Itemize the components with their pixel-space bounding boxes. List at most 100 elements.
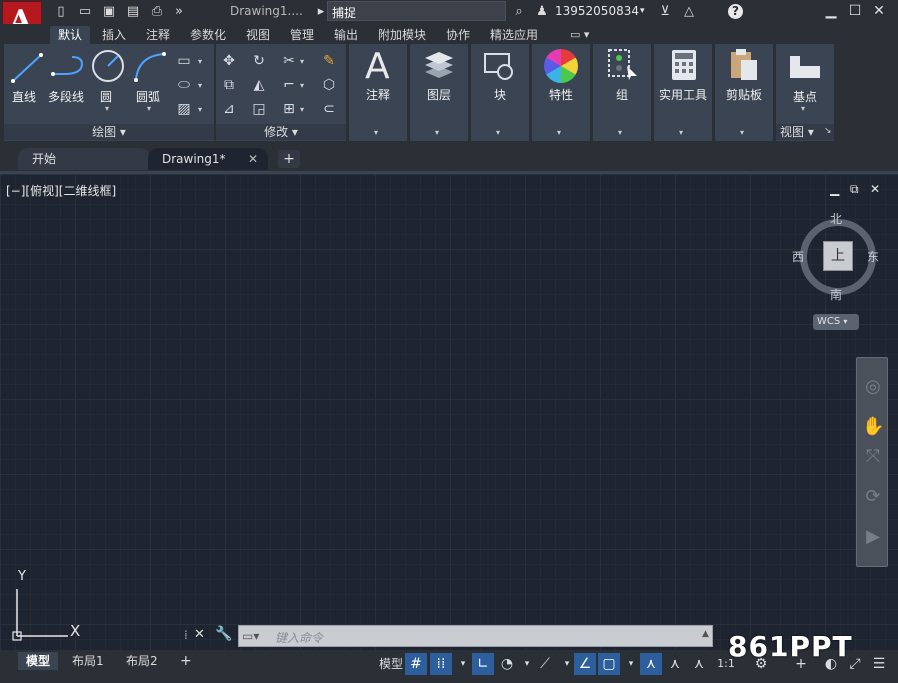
- line-tool-label[interactable]: 直线: [12, 88, 36, 105]
- ribbon-display-toggle-icon[interactable]: ▭ ▾: [562, 26, 597, 44]
- command-prompt-icon[interactable]: ▭▾: [242, 629, 259, 643]
- model-space-button[interactable]: 模型: [376, 653, 406, 675]
- more-tools-icon[interactable]: »: [170, 3, 188, 20]
- tab-annotate[interactable]: 注释: [138, 26, 178, 44]
- base-dropdown-icon[interactable]: ▾: [801, 104, 805, 113]
- clipboard-panel[interactable]: 剪贴板 ▾: [715, 44, 773, 141]
- new-file-icon[interactable]: ▯: [52, 3, 70, 20]
- help-icon[interactable]: ?: [728, 4, 743, 19]
- circle-tool-label[interactable]: 圆: [100, 88, 112, 105]
- command-settings-wrench-icon[interactable]: 🔧: [215, 626, 232, 642]
- rotate-icon[interactable]: ↻: [249, 52, 269, 70]
- modify-panel-title[interactable]: 修改 ▾: [216, 124, 346, 140]
- tab-view[interactable]: 视图: [238, 26, 278, 44]
- explode-icon[interactable]: ⬡: [319, 76, 339, 94]
- ortho-icon[interactable]: ∟: [472, 653, 494, 675]
- mirror-icon[interactable]: ◭: [249, 76, 269, 94]
- group-dropdown-icon[interactable]: ▾: [618, 128, 622, 137]
- arc-dropdown-icon[interactable]: ▾: [147, 104, 151, 113]
- layers-dropdown-icon[interactable]: ▾: [435, 128, 439, 137]
- annotation-scale-icon[interactable]: ⋏: [688, 653, 710, 675]
- scale-icon[interactable]: ◲: [249, 100, 269, 118]
- layers-panel[interactable]: 图层 ▾: [410, 44, 468, 141]
- move-icon[interactable]: ✥: [219, 52, 239, 70]
- command-grip-icon[interactable]: ⁞: [184, 628, 188, 642]
- block-dropdown-icon[interactable]: ▾: [496, 128, 500, 137]
- save-as-icon[interactable]: ▤: [124, 3, 142, 20]
- cart-icon[interactable]: ⊻: [656, 3, 674, 20]
- snap-mode-icon[interactable]: ⁞⁞: [430, 653, 452, 675]
- fillet-dropdown-icon[interactable]: ▾: [300, 81, 304, 90]
- search-input[interactable]: 捕捉: [327, 1, 506, 21]
- close-tab-icon[interactable]: ✕: [248, 148, 258, 170]
- line-icon[interactable]: [10, 52, 44, 84]
- polyline-tool-label[interactable]: 多段线: [48, 88, 84, 105]
- zoom-extents-icon[interactable]: ⤧: [862, 446, 884, 468]
- rectangle-icon[interactable]: ▭: [174, 52, 194, 70]
- viewport-close-icon[interactable]: ✕: [870, 182, 880, 196]
- utilities-panel[interactable]: 实用工具 ▾: [654, 44, 712, 141]
- tab-home[interactable]: 默认: [50, 26, 91, 44]
- save-icon[interactable]: ▣: [100, 3, 118, 20]
- polyline-icon[interactable]: [50, 52, 88, 84]
- compass-east[interactable]: 东: [867, 248, 879, 265]
- tab-collaborate[interactable]: 协作: [438, 26, 478, 44]
- osnap-dropdown-icon[interactable]: ▾: [620, 653, 642, 675]
- orbit-icon[interactable]: ⟳: [862, 486, 884, 508]
- tab-output[interactable]: 输出: [326, 26, 366, 44]
- viewport-restore-icon[interactable]: ⧉: [850, 182, 859, 197]
- clipboard-dropdown-icon[interactable]: ▾: [740, 128, 744, 137]
- tab-featured-apps[interactable]: 精选应用: [482, 26, 546, 44]
- properties-panel[interactable]: 特性 ▾: [532, 44, 590, 141]
- command-input[interactable]: 键入命令: [238, 625, 713, 647]
- view-panel[interactable]: 基点 ▾ 视图 ▾ ↘: [776, 44, 834, 141]
- wcs-menu[interactable]: WCS ▾: [813, 314, 859, 330]
- annotation-visibility-icon[interactable]: ⋏: [640, 653, 662, 675]
- ellipse-icon[interactable]: ⬭: [174, 76, 194, 94]
- array-dropdown-icon[interactable]: ▾: [300, 105, 304, 114]
- arc-icon[interactable]: [132, 50, 168, 84]
- command-close-icon[interactable]: ✕: [194, 627, 205, 642]
- compass-north[interactable]: 北: [830, 210, 842, 227]
- offset-icon[interactable]: ⊂: [319, 100, 339, 118]
- user-dropdown-icon[interactable]: ▾: [640, 6, 645, 16]
- trim-icon[interactable]: ✂: [279, 52, 299, 70]
- compass-south[interactable]: 南: [830, 286, 842, 303]
- binoculars-icon[interactable]: ⌕: [510, 3, 528, 20]
- panel-launcher-icon[interactable]: ↘: [824, 126, 832, 136]
- auto-scale-icon[interactable]: ⋏: [664, 653, 686, 675]
- compass-west[interactable]: 西: [792, 248, 804, 265]
- erase-icon[interactable]: ✎: [319, 52, 339, 70]
- pan-hand-icon[interactable]: ✋: [862, 416, 884, 438]
- ellipse-dropdown-icon[interactable]: ▾: [198, 81, 202, 90]
- layout-tab-model[interactable]: 模型: [18, 652, 59, 670]
- drawing-canvas[interactable]: [−][俯视][二维线框] ▁ ⧉ ✕ 上 北 南 西 东 WCS ▾ ◎ ✋ …: [0, 171, 898, 650]
- circle-icon[interactable]: [90, 48, 126, 84]
- viewcube-top-face[interactable]: 上: [823, 241, 853, 271]
- command-history-icon[interactable]: ▲: [702, 629, 709, 639]
- maximize-icon[interactable]: ☐: [844, 1, 866, 21]
- tab-manage[interactable]: 管理: [282, 26, 322, 44]
- block-panel[interactable]: 块 ▾: [471, 44, 529, 141]
- group-panel[interactable]: 组 ▾: [593, 44, 651, 141]
- close-window-icon[interactable]: ✕: [868, 1, 890, 21]
- layout-tab-layout2[interactable]: 布局2: [118, 652, 166, 670]
- arc-tool-label[interactable]: 圆弧: [136, 88, 160, 105]
- grid-icon[interactable]: #: [405, 653, 427, 675]
- connect-icon[interactable]: △: [680, 3, 698, 20]
- tab-parametric[interactable]: 参数化: [182, 26, 234, 44]
- rectangle-dropdown-icon[interactable]: ▾: [198, 57, 202, 66]
- copy-icon[interactable]: ⧉: [219, 76, 239, 94]
- polar-tracking-icon[interactable]: ◔: [496, 653, 518, 675]
- hatch-icon[interactable]: ▨: [174, 100, 194, 118]
- user-icon[interactable]: ♟: [533, 3, 551, 20]
- layout-tab-layout1[interactable]: 布局1: [64, 652, 112, 670]
- plot-icon[interactable]: ⎙: [148, 3, 166, 20]
- utilities-dropdown-icon[interactable]: ▾: [679, 128, 683, 137]
- tab-addins[interactable]: 附加模块: [370, 26, 434, 44]
- showmotion-icon[interactable]: ▶: [862, 526, 884, 548]
- annotation-panel[interactable]: A 注释 ▾: [349, 44, 407, 141]
- fillet-icon[interactable]: ⌐: [279, 76, 299, 94]
- tab-insert[interactable]: 插入: [94, 26, 134, 44]
- steering-wheel-icon[interactable]: ◎: [862, 376, 884, 398]
